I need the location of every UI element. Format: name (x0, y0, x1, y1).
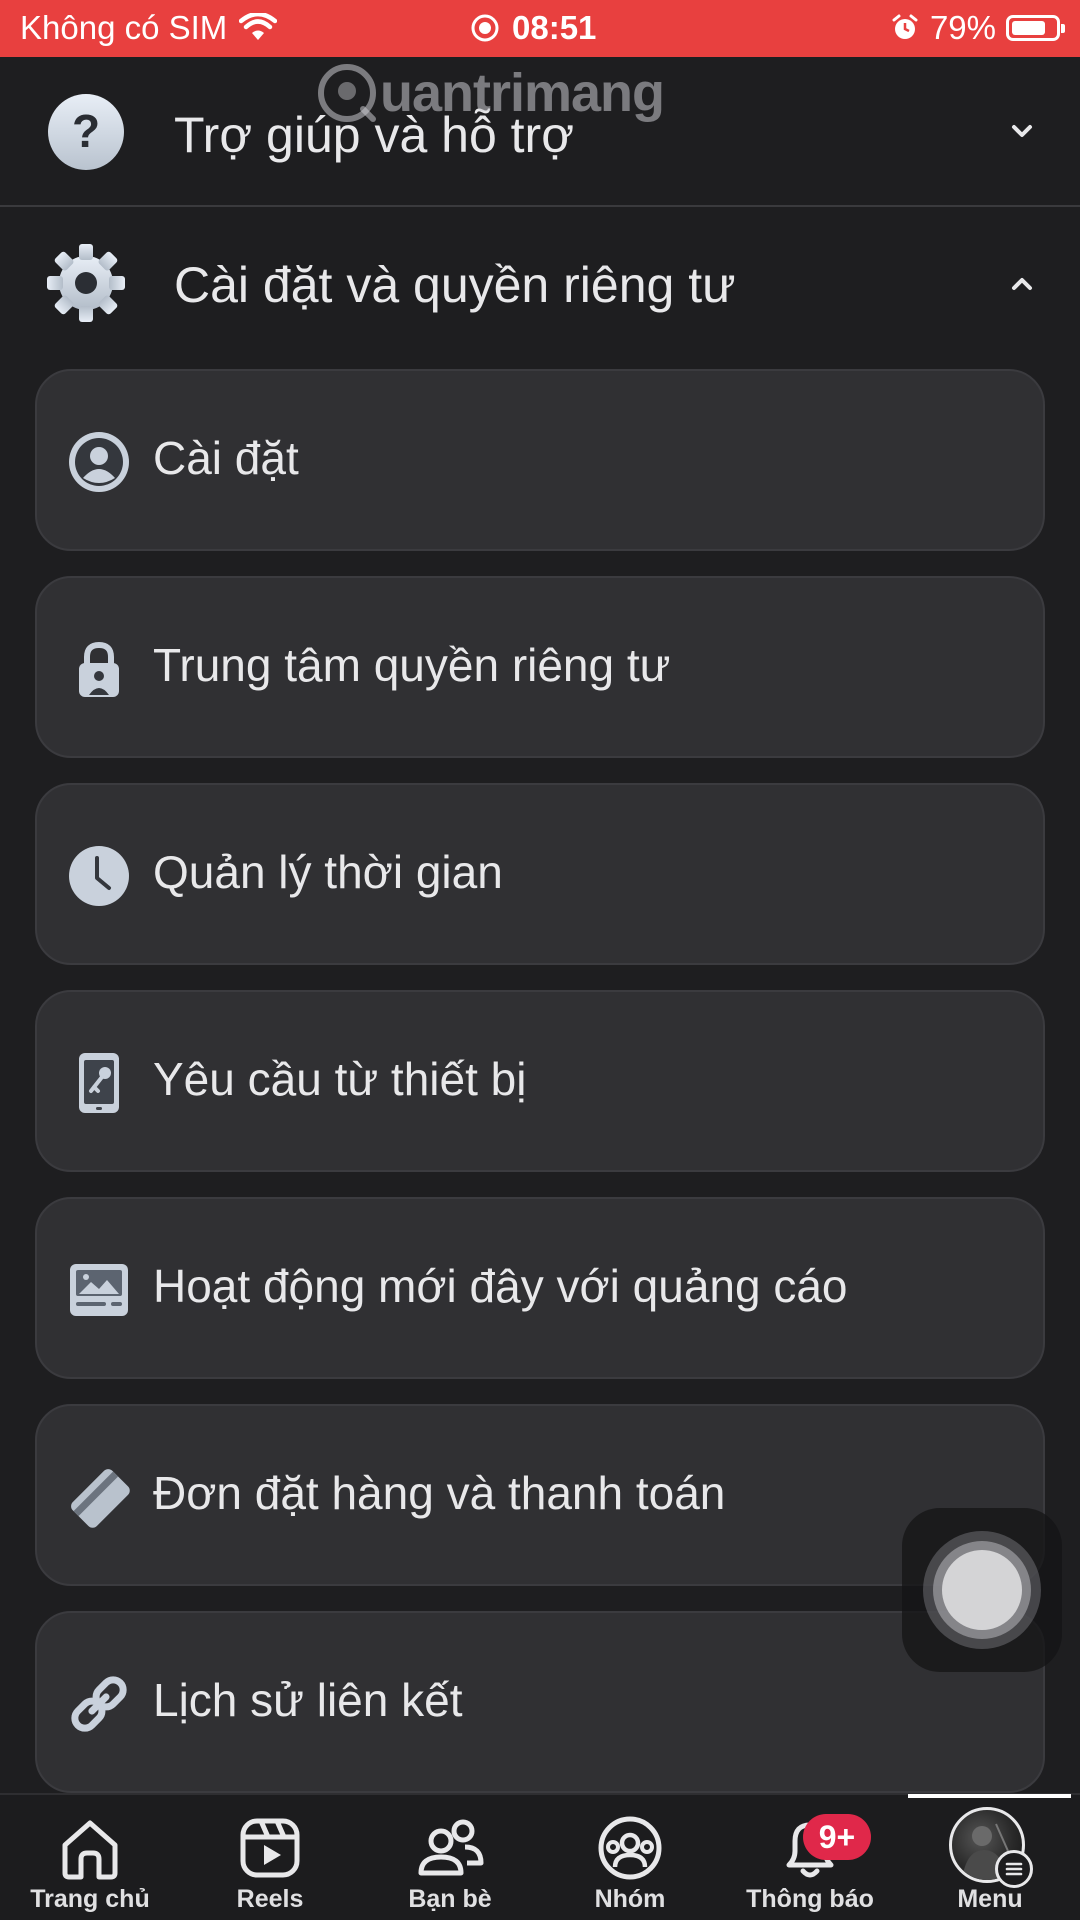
carrier-label: Không có SIM (20, 9, 228, 46)
tab-groups[interactable]: Nhóm (540, 1795, 720, 1920)
settings-item-privacy-center[interactable]: Trung tâm quyền riêng tư (35, 576, 1045, 758)
friends-icon (418, 1819, 484, 1876)
battery-fill (1012, 21, 1046, 35)
tab-label: Reels (236, 1885, 304, 1913)
tab-label: Bạn bè (408, 1885, 492, 1913)
payment-card-icon (71, 1469, 130, 1528)
reels-icon (240, 1818, 300, 1878)
section-divider (0, 205, 1080, 207)
link-icon (71, 1676, 127, 1732)
profile-settings-icon (69, 432, 129, 492)
chevron-up-icon[interactable] (1002, 263, 1042, 303)
settings-item-label: Hoạt động mới đây với quảng cáo (153, 1260, 848, 1312)
tab-friends[interactable]: Bạn bè (360, 1795, 540, 1920)
bottom-tab-bar: Trang chủ Reels Bạn bè Nhóm Thông báo Me… (0, 1793, 1080, 1920)
settings-item-label: Đơn đặt hàng và thanh toán (153, 1467, 726, 1519)
tab-label: Menu (957, 1885, 1023, 1913)
groups-icon (598, 1816, 662, 1880)
gear-icon (47, 244, 125, 322)
avatar-menu-icon (995, 1850, 1033, 1888)
status-center: 08:51 (470, 9, 596, 47)
wifi-icon (239, 13, 278, 40)
status-bar: Không có SIM 08:51 79% (0, 0, 1080, 57)
assistive-touch-ring-inner (942, 1550, 1022, 1630)
watermark-logo-icon (318, 64, 376, 122)
screen-recording-icon (471, 14, 499, 42)
active-tab-indicator (908, 1794, 1071, 1798)
help-circle-icon: ? (48, 94, 124, 170)
section-settings-privacy[interactable]: Cài đặt và quyền riêng tư (0, 208, 1080, 358)
settings-item-cai-dat[interactable]: Cài đặt (35, 369, 1045, 551)
screen: Không có SIM 08:51 79% ? Trợ giúp và hỗ … (0, 0, 1080, 1920)
alarm-icon (892, 14, 918, 39)
tab-label: Nhóm (594, 1885, 666, 1913)
home-icon (62, 1820, 118, 1880)
assistive-touch-button[interactable] (902, 1508, 1062, 1672)
settings-item-ad-activity[interactable]: Hoạt động mới đây với quảng cáo (35, 1197, 1045, 1379)
settings-item-label: Cài đặt (153, 432, 299, 484)
svg-text:?: ? (72, 105, 100, 157)
lock-icon (79, 641, 119, 697)
tab-label: Trang chủ (30, 1885, 150, 1913)
watermark: uantrimang (316, 62, 665, 124)
settings-item-label: Yêu cầu từ thiết bị (153, 1053, 527, 1105)
settings-item-device-requests[interactable]: Yêu cầu từ thiết bị (35, 990, 1045, 1172)
tab-label: Thông báo (746, 1885, 874, 1913)
settings-item-label: Lịch sử liên kết (153, 1674, 463, 1726)
settings-item-time-management[interactable]: Quản lý thời gian (35, 783, 1045, 965)
device-key-icon (79, 1053, 119, 1113)
settings-item-orders-payments[interactable]: Đơn đặt hàng và thanh toán (35, 1404, 1045, 1586)
battery-icon (1006, 15, 1065, 41)
settings-item-label: Quản lý thời gian (153, 846, 503, 898)
watermark-text: uantrimang (380, 63, 665, 123)
tab-home[interactable]: Trang chủ (0, 1795, 180, 1920)
notification-badge: 9+ (803, 1814, 871, 1860)
section-settings-label: Cài đặt và quyền riêng tư (174, 257, 736, 313)
clock-icon (69, 846, 129, 906)
status-time: 08:51 (512, 9, 597, 46)
status-right: 79% (890, 9, 1065, 47)
ad-activity-icon (70, 1264, 128, 1316)
settings-item-label: Trung tâm quyền riêng tư (153, 639, 671, 691)
carrier-group: Không có SIM (20, 9, 278, 47)
chevron-down-icon[interactable] (1002, 112, 1042, 152)
tab-reels[interactable]: Reels (180, 1795, 360, 1920)
tab-notifications[interactable]: Thông báo (720, 1795, 900, 1920)
battery-percent: 79% (929, 9, 996, 46)
settings-item-link-history[interactable]: Lịch sử liên kết (35, 1611, 1045, 1793)
